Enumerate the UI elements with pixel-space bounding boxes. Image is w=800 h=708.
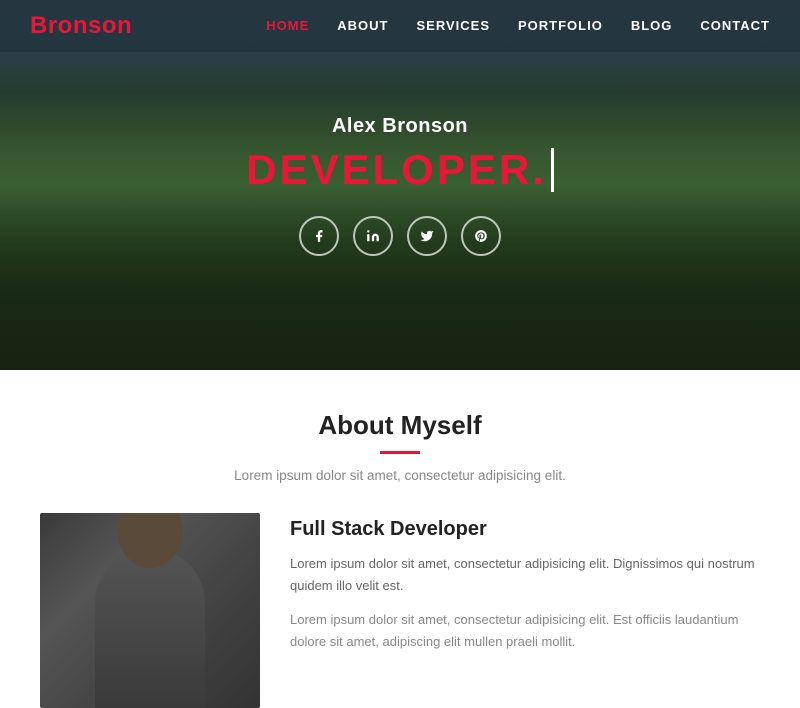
about-content: Full Stack Developer Lorem ipsum dolor s… xyxy=(30,513,770,708)
linkedin-icon[interactable] xyxy=(353,216,393,256)
hero-overlay: Alex Bronson DEVELOPER. xyxy=(0,0,800,370)
about-subtitle: Lorem ipsum dolor sit amet, consectetur … xyxy=(30,468,770,483)
nav-link-about[interactable]: ABOUT xyxy=(337,18,388,33)
nav-links: HOME ABOUT SERVICES PORTFOLIO BLOG CONTA… xyxy=(266,17,770,35)
hero-name: Alex Bronson xyxy=(332,115,468,138)
about-section: About Myself Lorem ipsum dolor sit amet,… xyxy=(0,370,800,708)
brand-letter-red: B xyxy=(30,12,48,39)
hero-section: Bronson HOME ABOUT SERVICES PORTFOLIO BL… xyxy=(0,0,800,370)
about-underline xyxy=(380,451,420,454)
hero-title-text: DEVELOPER. xyxy=(246,146,547,194)
nav-link-services[interactable]: SERVICES xyxy=(416,18,490,33)
twitter-icon[interactable] xyxy=(407,216,447,256)
nav-item-services[interactable]: SERVICES xyxy=(416,17,490,35)
navbar: Bronson HOME ABOUT SERVICES PORTFOLIO BL… xyxy=(0,0,800,52)
facebook-icon[interactable] xyxy=(299,216,339,256)
social-icons xyxy=(299,216,501,256)
about-title: About Myself xyxy=(30,410,770,441)
nav-link-home[interactable]: HOME xyxy=(266,18,309,33)
about-para-2: Lorem ipsum dolor sit amet, consectetur … xyxy=(290,609,760,653)
hero-cursor xyxy=(551,148,554,192)
about-photo xyxy=(40,513,260,708)
about-text: Full Stack Developer Lorem ipsum dolor s… xyxy=(290,513,760,665)
nav-item-portfolio[interactable]: PORTFOLIO xyxy=(518,17,603,35)
nav-item-about[interactable]: ABOUT xyxy=(337,17,388,35)
nav-link-contact[interactable]: CONTACT xyxy=(700,18,770,33)
nav-item-home[interactable]: HOME xyxy=(266,17,309,35)
nav-item-blog[interactable]: BLOG xyxy=(631,17,673,35)
about-job-title: Full Stack Developer xyxy=(290,518,760,541)
brand-letter-rest: ronson xyxy=(48,12,132,39)
hero-title: DEVELOPER. xyxy=(246,146,554,194)
about-header: About Myself Lorem ipsum dolor sit amet,… xyxy=(30,410,770,483)
nav-link-portfolio[interactable]: PORTFOLIO xyxy=(518,18,603,33)
nav-item-contact[interactable]: CONTACT xyxy=(700,17,770,35)
nav-link-blog[interactable]: BLOG xyxy=(631,18,673,33)
about-para-1: Lorem ipsum dolor sit amet, consectetur … xyxy=(290,553,760,597)
pinterest-icon[interactable] xyxy=(461,216,501,256)
brand-logo[interactable]: Bronson xyxy=(30,12,132,40)
